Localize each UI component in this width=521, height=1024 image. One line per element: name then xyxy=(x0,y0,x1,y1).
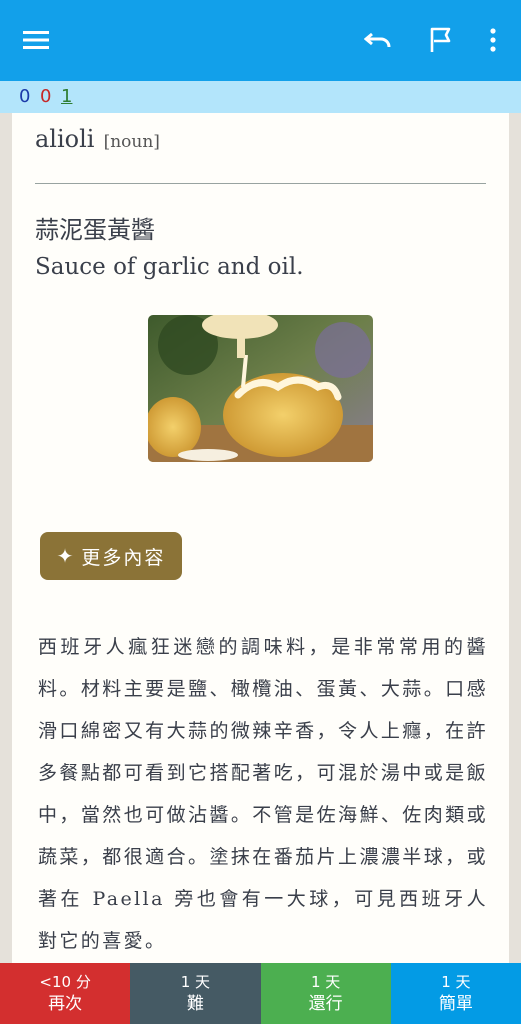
more-content-button[interactable]: ✦ 更多內容 xyxy=(40,532,182,580)
easy-interval: 1 天 xyxy=(441,972,471,991)
alioli-photo xyxy=(148,315,373,462)
divider xyxy=(35,183,486,184)
part-of-speech: [noun] xyxy=(103,132,160,152)
easy-label: 簡單 xyxy=(438,993,473,1014)
learning-count: 0 xyxy=(40,86,52,107)
hamburger-menu-icon[interactable] xyxy=(18,22,54,58)
flashcard: alioli [noun] 蒜泥蛋黃醬 Sauce of garlic and … xyxy=(12,113,509,964)
good-button[interactable]: 1 天 還行 xyxy=(260,963,391,1024)
undo-icon[interactable] xyxy=(360,22,396,58)
app-toolbar xyxy=(0,0,521,81)
card-counts-bar: 0 0 1 xyxy=(0,81,521,113)
review-count: 1 xyxy=(61,86,73,107)
again-interval: <10 分 xyxy=(39,972,91,991)
sparkle-icon: ✦ xyxy=(56,544,76,568)
again-button[interactable]: <10 分 再次 xyxy=(0,963,131,1024)
good-label: 還行 xyxy=(308,993,343,1014)
more-vertical-icon[interactable] xyxy=(475,22,511,58)
hard-button[interactable]: 1 天 難 xyxy=(130,963,261,1024)
again-label: 再次 xyxy=(48,993,83,1014)
more-content-label: 更多內容 xyxy=(81,546,166,569)
english-definition: Sauce of garlic and oil. xyxy=(35,254,304,280)
hard-interval: 1 天 xyxy=(180,972,211,991)
description-text: 西班牙人瘋狂迷戀的調味料，是非常常用的醬料。材料主要是鹽、橄欖油、蛋黃、大蒜。口… xyxy=(38,636,488,952)
answer-buttons: <10 分 再次 1 天 難 1 天 還行 1 天 簡單 xyxy=(0,963,521,1024)
word-heading: alioli [noun] xyxy=(35,125,160,153)
new-count: 0 xyxy=(19,86,31,107)
chinese-translation: 蒜泥蛋黃醬 xyxy=(35,216,155,244)
hard-label: 難 xyxy=(186,993,204,1014)
good-interval: 1 天 xyxy=(310,972,341,991)
flag-icon[interactable] xyxy=(423,22,459,58)
easy-button[interactable]: 1 天 簡單 xyxy=(390,963,521,1024)
word: alioli xyxy=(35,125,95,153)
